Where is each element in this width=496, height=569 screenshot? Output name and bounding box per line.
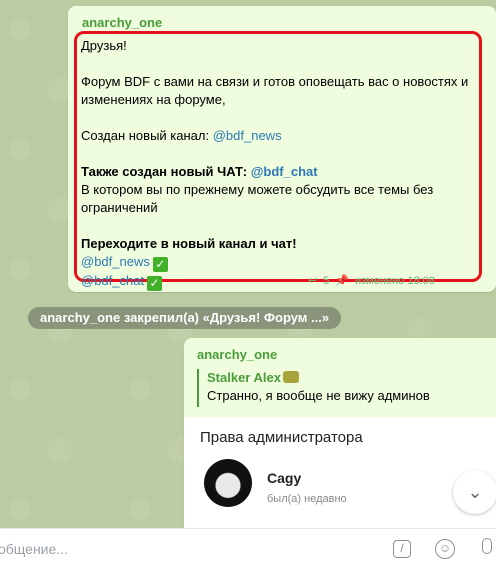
check-icon: ✓	[152, 257, 168, 272]
edited-time: изменено 18:08	[355, 275, 435, 287]
chat-link[interactable]: @bdf_chat	[81, 273, 144, 288]
badge-icon	[282, 371, 299, 383]
message-line-text: Также создан новый ЧАТ:	[81, 164, 251, 179]
message-line-text: Создан новый канал:	[81, 128, 213, 143]
message-meta: ↩ 5 📌 изменено 18:08	[308, 274, 441, 287]
message-sender[interactable]: anarchy_one	[197, 347, 277, 362]
check-icon: ✓	[147, 276, 163, 291]
reply-preview[interactable]: Stalker Alex Странно, я вообще не вижу а…	[197, 369, 487, 407]
reply-text: Странно, я вообще не вижу админов	[207, 388, 430, 403]
message-line	[81, 145, 481, 163]
chat-link[interactable]: @bdf_chat	[251, 164, 318, 179]
avatar	[204, 459, 252, 507]
user-status: был(а) недавно	[267, 493, 347, 505]
admin-rights-preview[interactable]: Права администратора Сagy был(а) недавно	[184, 417, 496, 528]
microphone-icon[interactable]	[482, 538, 492, 554]
message-line	[81, 55, 481, 73]
slash-command-icon[interactable]: /	[393, 540, 411, 558]
message-line: Создан новый канал: @bdf_news	[81, 127, 481, 145]
message-line: Друзья!	[81, 38, 127, 53]
message-line: Форум BDF с вами на связи и готов оповещ…	[81, 74, 469, 89]
pinned-service-message[interactable]: anarchy_one закрепил(а) «Друзья! Форум .…	[28, 307, 342, 329]
message-line: В котором вы по прежнему можете обсудить…	[81, 182, 434, 197]
message-text: Друзья! Форум BDF с вами на связи и гото…	[81, 37, 481, 291]
reply-icon[interactable]: ↩	[308, 275, 317, 287]
user-name: Сagy	[267, 470, 302, 486]
preview-title: Права администратора	[200, 429, 363, 446]
message-input[interactable]: общение...	[0, 541, 68, 557]
scroll-down-button[interactable]: ⌄	[453, 470, 496, 514]
message-line	[81, 217, 481, 235]
message-sender[interactable]: anarchy_one	[82, 15, 162, 30]
chevron-down-icon: ⌄	[467, 482, 483, 502]
message-line: ограничений	[81, 200, 158, 215]
reply-author-name: Stalker Alex	[207, 370, 281, 385]
message-line	[81, 109, 481, 127]
message-line: Переходите в новый канал и чат!	[81, 236, 297, 251]
message-line: изменениях на форуме,	[81, 92, 226, 107]
pin-icon: 📌	[335, 275, 350, 287]
message-line: @bdf_news ✓	[81, 253, 481, 272]
reply-count[interactable]: 5	[323, 275, 329, 287]
channel-link[interactable]: @bdf_news	[81, 254, 150, 269]
message-input-bar[interactable]: общение... / ☺	[0, 528, 496, 569]
emoji-icon[interactable]: ☺	[435, 539, 455, 559]
message-line: Также создан новый ЧАТ: @bdf_chat	[81, 163, 481, 181]
channel-link[interactable]: @bdf_news	[213, 128, 282, 143]
reply-author: Stalker Alex	[207, 369, 487, 387]
